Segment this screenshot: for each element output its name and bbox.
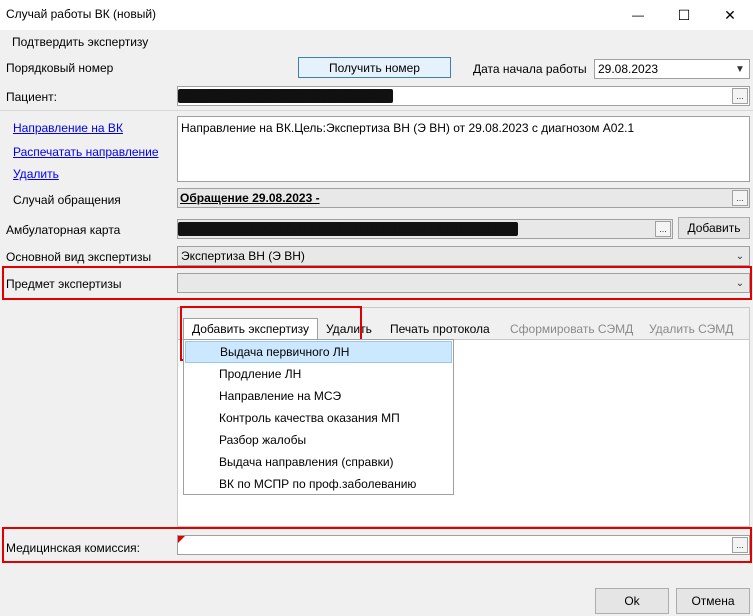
card-value: № 79290 ПЕТРОВ ВИТАЛИЙ АНАТОЛЬЕВИЧ 01.10…: [180, 222, 498, 236]
menu-item-quality-control[interactable]: Контроль качества оказания МП: [185, 407, 452, 429]
case-value: Обращение 29.08.2023 -: [180, 191, 320, 205]
case-browse-button[interactable]: ...: [732, 190, 748, 206]
referral-text: Направление на ВК.Цель:Экспертиза ВН (Э …: [181, 121, 635, 135]
date-dropdown-icon[interactable]: ▼: [732, 60, 748, 78]
minimize-button[interactable]: —: [615, 0, 661, 30]
main-type-value: Экспертиза ВН (Э ВН): [181, 249, 305, 263]
close-icon: ✕: [724, 6, 736, 23]
expertise-type-menu: Выдача первичного ЛН Продление ЛН Направ…: [183, 339, 454, 495]
subject-chevron-icon[interactable]: ⌄: [732, 274, 748, 292]
patient-field[interactable]: ПЕТРОВ ВИТАЛИЙ АНАТОЛЬЕВИЧ ...: [177, 86, 750, 106]
order-number-label: Порядковый номер: [6, 61, 114, 75]
patient-value: ПЕТРОВ ВИТАЛИЙ АНАТОЛЬЕВИЧ: [180, 89, 388, 103]
menu-item-extension[interactable]: Продление ЛН: [185, 363, 452, 385]
form-semd-button[interactable]: Сформировать СЭМД: [510, 318, 633, 340]
patient-label: Пациент:: [6, 90, 58, 104]
menu-item-referral-certificate[interactable]: Выдача направления (справки): [185, 451, 452, 473]
print-protocol-button[interactable]: Печать протокола: [390, 318, 490, 340]
menu-item-complaint[interactable]: Разбор жалобы: [185, 429, 452, 451]
cancel-button[interactable]: Отмена: [676, 588, 750, 614]
minimize-icon: —: [632, 8, 644, 22]
card-field[interactable]: № 79290 ПЕТРОВ ВИТАЛИЙ АНАТОЛЬЕВИЧ 01.10…: [177, 219, 673, 239]
commission-field[interactable]: ...: [177, 535, 750, 555]
maximize-icon: ☐: [677, 6, 691, 23]
main-type-combo[interactable]: Экспертиза ВН (Э ВН) ⌄: [177, 246, 750, 266]
main-type-label: Основной вид экспертизы: [6, 250, 152, 264]
case-label: Случай обращения: [13, 193, 121, 207]
patient-browse-button[interactable]: ...: [732, 88, 748, 104]
referral-link[interactable]: Направление на ВК: [13, 121, 123, 135]
get-number-button[interactable]: Получить номер: [298, 57, 451, 78]
required-marker-icon: [178, 536, 185, 543]
delete-semd-button[interactable]: Удалить СЭМД: [649, 318, 733, 340]
close-button[interactable]: ✕: [707, 0, 753, 30]
window-title: Случай работы ВК (новый): [6, 7, 157, 21]
commission-label: Медицинская комиссия:: [6, 541, 141, 555]
card-browse-button[interactable]: ...: [655, 221, 671, 237]
start-date-value: 29.08.2023: [598, 62, 659, 76]
subject-label: Предмет экспертизы: [6, 277, 122, 291]
maximize-button[interactable]: ☐: [661, 0, 707, 30]
menu-item-occupational[interactable]: ВК по МСПР по проф.заболеванию: [185, 473, 452, 495]
add-card-button[interactable]: Добавить: [678, 217, 750, 239]
print-referral-link[interactable]: Распечатать направление: [13, 145, 159, 159]
main-type-chevron-icon[interactable]: ⌄: [732, 247, 748, 265]
menu-item-mse-referral[interactable]: Направление на МСЭ: [185, 385, 452, 407]
referral-text-box[interactable]: Направление на ВК.Цель:Экспертиза ВН (Э …: [177, 116, 750, 182]
ok-button[interactable]: Ok: [595, 588, 669, 614]
start-date-field[interactable]: 29.08.2023 ▼: [594, 59, 750, 79]
menu-item-issue-primary[interactable]: Выдача первичного ЛН: [185, 341, 452, 363]
case-field[interactable]: Обращение 29.08.2023 - ...: [177, 188, 750, 208]
start-date-label: Дата начала работы: [473, 62, 587, 76]
confirm-expertise-menu[interactable]: Подтвердить экспертизу: [12, 35, 148, 49]
card-label: Амбулаторная карта: [6, 223, 121, 237]
commission-browse-button[interactable]: ...: [732, 537, 748, 553]
delete-referral-link[interactable]: Удалить: [13, 167, 59, 181]
subject-combo[interactable]: ⌄: [177, 273, 750, 293]
